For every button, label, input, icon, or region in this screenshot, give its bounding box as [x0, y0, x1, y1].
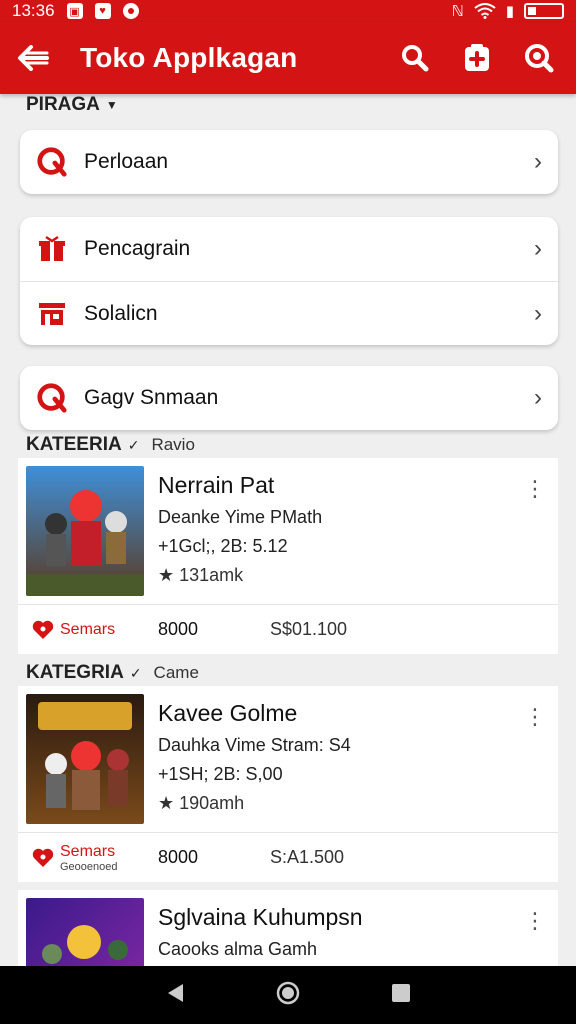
- wishlist-button[interactable]: Semars Geooenoed: [32, 843, 158, 873]
- app-list-item[interactable]: Kavee Golme Dauhka Vime Stram: S4 +1SH; …: [18, 686, 558, 882]
- battery-icon: [524, 3, 564, 19]
- app-developer: Dauhka Vime Stram: S4: [158, 735, 351, 755]
- app-thumbnail: [26, 466, 144, 596]
- menu-item-label: Pencagrain: [84, 237, 191, 260]
- heart-icon: [32, 848, 54, 867]
- section-header-piraga[interactable]: PIRAGA ▼: [26, 94, 118, 116]
- app-rating: ★ 190amh: [158, 793, 245, 813]
- menu-card-1: Perloaan ›: [20, 130, 558, 194]
- add-button[interactable]: [458, 39, 496, 77]
- category-sub-label: Ravio: [151, 435, 195, 454]
- status-bar: 13:36 ▣ ♥ ℕ ▮: [0, 0, 576, 22]
- category-label: KATEGRIA: [26, 662, 124, 683]
- app-list-item[interactable]: Sglvaina Kuhumpsn Caooks alma Gamh ⋮: [18, 890, 558, 966]
- app-rating: ★ 131amk: [158, 565, 244, 585]
- app-list-item[interactable]: Nerrain Pat Deanke Yime PMath +1Gcl;, 2B…: [18, 458, 558, 654]
- more-options-icon[interactable]: ⋮: [520, 466, 550, 596]
- store-icon: [36, 298, 68, 330]
- chevron-down-icon: ✓: [129, 664, 142, 681]
- category-sub-label: Came: [153, 663, 199, 682]
- menu-item-label: Solalicn: [84, 301, 158, 325]
- chevron-right-icon: ›: [534, 235, 542, 262]
- menu-item-gagv-snmaan[interactable]: Gagv Snmaan ›: [20, 366, 558, 430]
- search-button[interactable]: [396, 39, 434, 77]
- system-navigation-bar: [0, 966, 576, 1024]
- nfc-icon: ℕ: [451, 3, 464, 20]
- chevron-down-icon: ▼: [105, 98, 118, 112]
- app-meta: +1SH; 2B: S,00: [158, 764, 283, 784]
- app-developer: Caooks alma Gamh: [158, 939, 318, 959]
- wishlist-button[interactable]: Semars: [32, 619, 158, 641]
- chevron-down-icon: ✓: [127, 436, 140, 453]
- search-icon: [402, 45, 429, 72]
- app-name: Nerrain Pat: [158, 472, 275, 498]
- heart-icon: [32, 620, 54, 639]
- app-price-alt: S$01.100: [270, 619, 348, 639]
- nav-back-button[interactable]: [165, 982, 185, 1009]
- notification-app-icon: ▣: [66, 3, 83, 19]
- nav-recents-button[interactable]: [391, 983, 411, 1008]
- category-header-2[interactable]: KATEGRIA ✓ Came: [26, 662, 199, 684]
- wishlist-sublabel: Geooenoed: [60, 860, 118, 873]
- app-thumbnail: [26, 694, 144, 824]
- search-circle-icon: [525, 44, 554, 73]
- triangle-back-icon: [168, 983, 184, 1002]
- section-header-label: PIRAGA: [26, 94, 100, 115]
- more-options-icon[interactable]: ⋮: [520, 898, 550, 966]
- nav-home-button[interactable]: [276, 981, 300, 1010]
- back-arrow-icon: [18, 45, 49, 71]
- back-button[interactable]: [0, 22, 66, 94]
- app-name: Sglvaina Kuhumpsn: [158, 904, 363, 930]
- square-recents-icon: [391, 983, 410, 1002]
- signal-icon: ▮: [505, 3, 514, 20]
- chevron-right-icon: ›: [534, 148, 542, 175]
- app-bar: Toko Applkagan: [0, 22, 576, 94]
- search-alt-button[interactable]: [520, 39, 558, 77]
- circle-home-icon: [276, 981, 300, 1004]
- menu-item-solalicn[interactable]: Solalicn ›: [20, 281, 558, 345]
- notification-gift-icon: ♥: [94, 3, 111, 19]
- notification-dot-icon: [122, 3, 139, 19]
- app-thumbnail: [26, 898, 144, 966]
- plus-box-icon: [465, 44, 489, 71]
- menu-item-perloaan[interactable]: Perloaan ›: [20, 130, 558, 194]
- menu-card-2: Pencagrain › Solalicn ›: [20, 217, 558, 345]
- app-price-alt: S:A1.500: [270, 847, 345, 867]
- content-area[interactable]: PIRAGA ▼ Perloaan › Pencagrain › Solalic…: [0, 94, 576, 966]
- category-header-1[interactable]: KATEERIA ✓ Ravio: [26, 434, 195, 456]
- wishlist-label: Semars: [60, 842, 116, 860]
- app-developer: Deanke Yime PMath: [158, 507, 323, 527]
- gift-icon: [36, 233, 68, 265]
- menu-card-3: Gagv Snmaan ›: [20, 366, 558, 430]
- chevron-right-icon: ›: [534, 384, 542, 411]
- page-title: Toko Applkagan: [80, 42, 298, 73]
- app-name: Kavee Golme: [158, 700, 298, 726]
- search-badge-icon: [36, 382, 68, 414]
- search-badge-icon: [36, 146, 68, 178]
- app-price: 8000: [158, 619, 199, 639]
- status-time: 13:36: [12, 1, 55, 20]
- wifi-icon: [474, 3, 496, 19]
- wishlist-label: Semars: [60, 620, 116, 638]
- menu-item-label: Perloaan: [84, 150, 169, 173]
- app-price: 8000: [158, 847, 199, 867]
- menu-item-pencagrain[interactable]: Pencagrain ›: [20, 217, 558, 281]
- menu-item-label: Gagv Snmaan: [84, 386, 219, 409]
- more-options-icon[interactable]: ⋮: [520, 694, 550, 824]
- app-meta: +1Gcl;, 2B: 5.12: [158, 536, 288, 556]
- category-label: KATEERIA: [26, 434, 122, 455]
- chevron-right-icon: ›: [534, 299, 542, 327]
